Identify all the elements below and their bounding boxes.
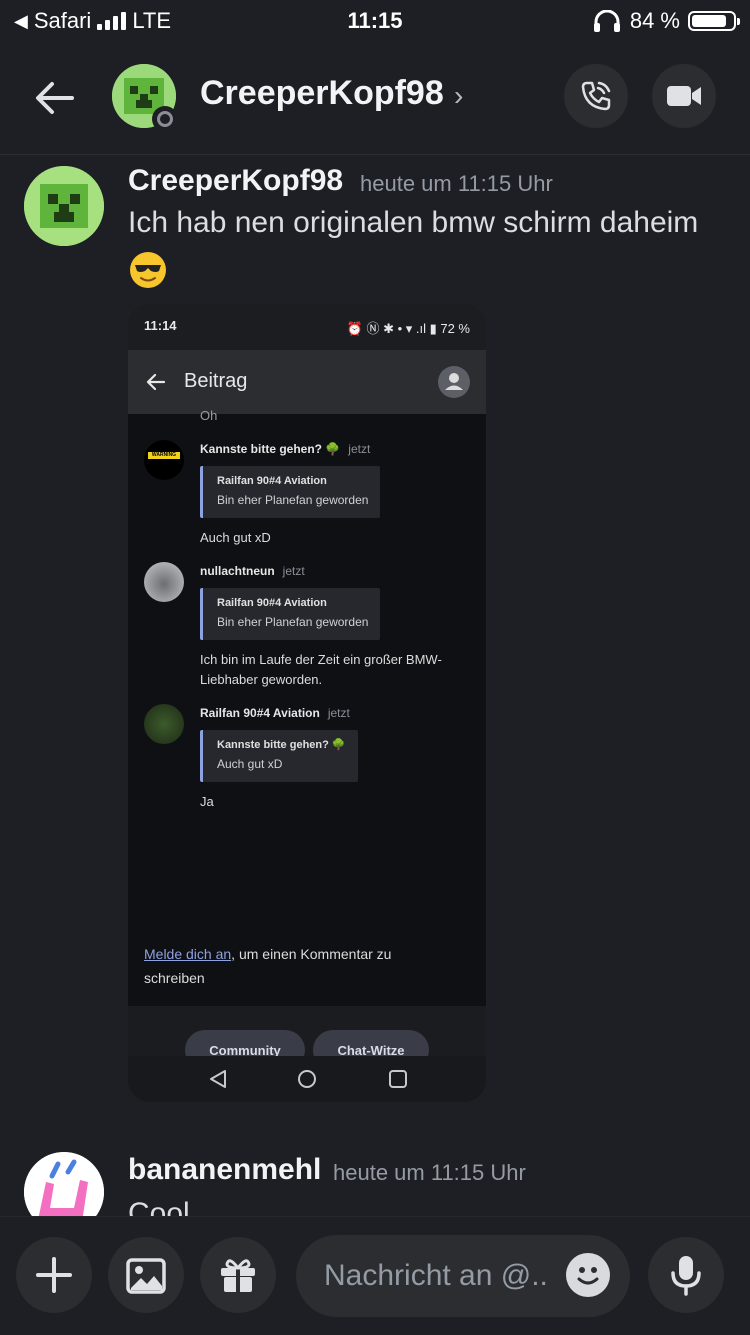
back-arrow-icon[interactable]: [30, 76, 80, 120]
android-nav-bar: [128, 1056, 486, 1102]
message-text: Ich hab nen originalen bmw schirm daheim: [128, 206, 699, 239]
login-link: Melde dich an: [144, 946, 232, 962]
attachment-status-bar: 11:14 ⏰ Ⓝ ✱ • ▾ .ıl ▮ 72 %: [128, 304, 486, 350]
message-composer: Nachricht an @..: [0, 1216, 750, 1335]
chat-header: CreeperKopf98 ›: [0, 44, 750, 155]
comment-author: Kannste bitte gehen? 🌳 jetzt: [200, 442, 371, 456]
status-badge: [152, 106, 178, 132]
attachment-status-icons: ⏰ Ⓝ ✱ • ▾ .ıl ▮ 72 %: [346, 321, 470, 336]
message-author[interactable]: bananenmehl: [128, 1153, 321, 1187]
comment-author: nullachtneun jetzt: [200, 564, 305, 578]
comment-text: Ich bin im Laufe der Zeit ein großer BMW…: [200, 652, 442, 687]
quote-author: Railfan 90#4 Aviation: [217, 597, 327, 609]
status-right: 84 %: [592, 8, 740, 34]
quote-author: Kannste bitte gehen? 🌳: [217, 739, 346, 751]
attachment-comments: Oh WARNING Kannste bitte gehen? 🌳 jetzt R…: [128, 408, 486, 1070]
image-icon: [126, 1258, 166, 1294]
gallery-button[interactable]: [108, 1237, 184, 1313]
comment-time: jetzt: [348, 442, 371, 456]
comment-time: jetzt: [282, 564, 305, 578]
quote-author: Railfan 90#4 Aviation: [217, 475, 327, 487]
contact-name[interactable]: CreeperKopf98: [200, 74, 444, 113]
comment-avatar: WARNING: [144, 440, 184, 480]
cut-off-text: Oh: [200, 408, 218, 423]
voice-call-button[interactable]: [564, 64, 628, 128]
phone-icon: [581, 81, 611, 111]
attachment-app-bar: Beitrag: [128, 350, 486, 414]
sunglasses-emoji-icon: [130, 252, 166, 288]
comment-avatar: [144, 562, 184, 602]
emoji-icon[interactable]: [566, 1253, 610, 1297]
back-arrow-icon: [146, 373, 166, 391]
video-camera-icon: [667, 86, 701, 106]
quote-text: Bin eher Planefan geworden: [217, 615, 369, 629]
message-input[interactable]: Nachricht an @..: [296, 1235, 630, 1317]
gift-button[interactable]: [200, 1237, 276, 1313]
message-author[interactable]: CreeperKopf98: [128, 164, 343, 198]
microphone-icon: [671, 1256, 701, 1296]
comment-author: Railfan 90#4 Aviation jetzt: [200, 706, 350, 720]
comment-quote: Kannste bitte gehen? 🌳 Auch gut xD: [200, 730, 358, 782]
quote-text: Auch gut xD: [217, 757, 283, 771]
add-attachment-button[interactable]: [16, 1237, 92, 1313]
quote-text: Bin eher Planefan geworden: [217, 493, 369, 507]
image-attachment[interactable]: 11:14 ⏰ Ⓝ ✱ • ▾ .ıl ▮ 72 % Beitrag Oh WA…: [128, 304, 486, 1102]
login-prompt: Melde dich an, um einen Kommentar zu sch…: [144, 942, 444, 990]
battery-icon: [688, 11, 740, 31]
message-timestamp: heute um 11:15 Uhr: [360, 171, 553, 196]
battery-percent: 84 %: [629, 8, 680, 33]
comment-time: jetzt: [327, 706, 350, 720]
status-bar: ◀ Safari LTE 11:15 84 %: [0, 0, 750, 44]
comment-quote: Railfan 90#4 Aviation Bin eher Planefan …: [200, 588, 381, 640]
gift-icon: [221, 1259, 255, 1292]
attachment-time: 11:14: [144, 318, 177, 333]
attachment-title: Beitrag: [184, 370, 248, 392]
comment-quote: Railfan 90#4 Aviation Bin eher Planefan …: [200, 466, 381, 518]
comment-text: Auch gut xD: [200, 530, 271, 545]
comment-text: Ja: [200, 794, 214, 809]
profile-icon: [438, 366, 470, 398]
warning-sign: WARNING: [148, 452, 180, 459]
chevron-right-icon[interactable]: ›: [454, 80, 463, 112]
plus-icon: [36, 1257, 72, 1293]
message-placeholder: Nachricht an @..: [324, 1259, 548, 1292]
headphones-icon: [593, 10, 620, 32]
voice-message-button[interactable]: [648, 1237, 724, 1313]
message-avatar[interactable]: [24, 166, 104, 246]
comment-avatar: [144, 704, 184, 744]
creeper-head-icon: [24, 166, 104, 246]
message-timestamp: heute um 11:15 Uhr: [333, 1160, 526, 1185]
video-call-button[interactable]: [652, 64, 716, 128]
